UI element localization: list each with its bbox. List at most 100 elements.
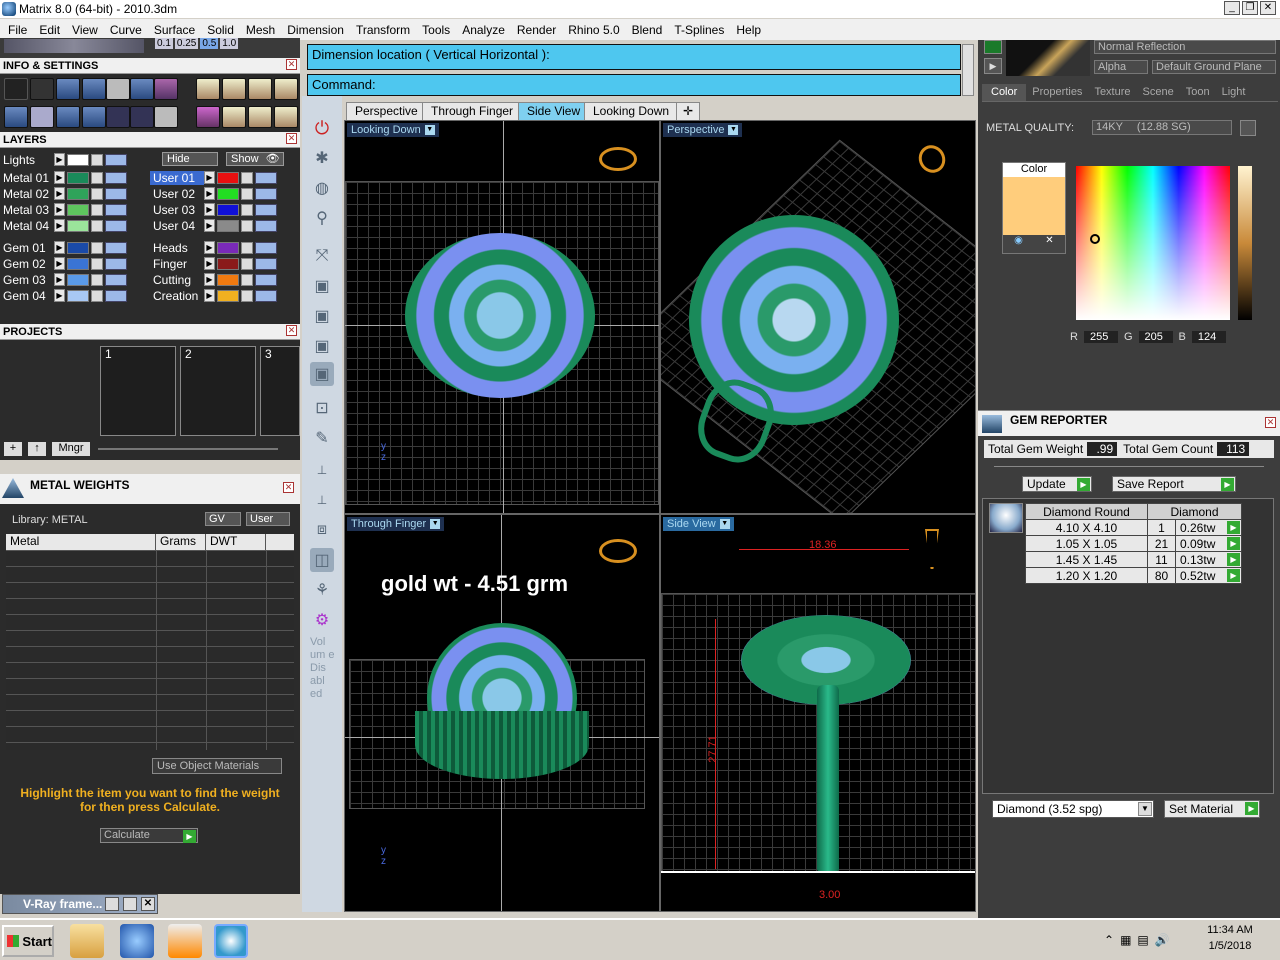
- visibility-icon[interactable]: [105, 257, 127, 270]
- projects-close-icon[interactable]: ✕: [286, 325, 297, 336]
- go-arrow-icon[interactable]: ▶: [1227, 569, 1240, 582]
- gem-header-type[interactable]: Diamond: [1147, 503, 1242, 520]
- layer-row[interactable]: User 03 ▶: [150, 202, 279, 217]
- list-icon[interactable]: [154, 106, 178, 128]
- layer-row[interactable]: Creation ▶: [150, 288, 279, 303]
- visibility-icon[interactable]: [255, 219, 277, 232]
- gem-row[interactable]: 4.10 X 4.10 1 0.26tw ▶: [1025, 519, 1242, 536]
- viewport-label-side-view[interactable]: Side View ▼: [663, 517, 734, 531]
- cylinder-icon[interactable]: [82, 106, 106, 128]
- scale-icon[interactable]: [248, 106, 272, 128]
- viewport-through-finger[interactable]: Through Finger ▼ gold wt - 4.51 grm yz: [344, 514, 660, 912]
- r-toggle-icon[interactable]: ⊥: [310, 488, 334, 512]
- visibility-icon[interactable]: [255, 171, 277, 184]
- menu-file[interactable]: File: [2, 23, 33, 37]
- expand-arrow-icon[interactable]: ▶: [54, 153, 65, 166]
- increment-0-1[interactable]: 0.1: [155, 38, 173, 49]
- increment-1-0[interactable]: 1.0: [220, 38, 239, 49]
- expand-arrow-icon[interactable]: ▶: [204, 171, 215, 184]
- b-value[interactable]: 124: [1191, 331, 1226, 343]
- menu-edit[interactable]: Edit: [33, 23, 66, 37]
- tray-expand-icon[interactable]: ⌃: [1104, 933, 1114, 947]
- media-player-icon[interactable]: [168, 924, 202, 958]
- gem-row[interactable]: 1.05 X 1.05 21 0.09tw ▶: [1025, 535, 1242, 552]
- visibility-icon[interactable]: [105, 171, 127, 184]
- frame-tool-icon[interactable]: [222, 78, 246, 100]
- layer-row[interactable]: User 04 ▶: [150, 218, 279, 233]
- menu-view[interactable]: View: [66, 23, 104, 37]
- visibility-icon[interactable]: [105, 153, 127, 166]
- tab-properties[interactable]: Properties: [1026, 84, 1088, 101]
- material-select[interactable]: Diamond (3.52 spg) ▼: [992, 800, 1154, 818]
- layer-row[interactable]: Metal 01 ▶: [0, 170, 129, 185]
- layer-row[interactable]: Gem 04 ▶: [0, 288, 129, 303]
- visibility-icon[interactable]: [105, 219, 127, 232]
- tab-perspective[interactable]: Perspective: [346, 102, 427, 120]
- layer-color-swatch[interactable]: [67, 273, 89, 286]
- expand-arrow-icon[interactable]: ▶: [204, 187, 215, 200]
- g-value[interactable]: 205: [1138, 331, 1173, 343]
- scatter-icon[interactable]: [130, 106, 154, 128]
- visibility-icon[interactable]: [255, 289, 277, 302]
- menu-tools[interactable]: Tools: [416, 23, 456, 37]
- menu-analyze[interactable]: Analyze: [456, 23, 511, 37]
- lock-icon[interactable]: [241, 289, 253, 302]
- color-wheel-icon[interactable]: ◉: [1003, 235, 1034, 253]
- reflection-dropdown[interactable]: Normal Reflection: [1094, 40, 1276, 54]
- windows-icon[interactable]: [4, 106, 28, 128]
- volume-icon[interactable]: 🔊: [1155, 933, 1170, 947]
- menu-tsplines[interactable]: T-Splines: [668, 23, 730, 37]
- tab-looking-down[interactable]: Looking Down: [584, 102, 679, 120]
- layer-row[interactable]: Gem 02 ▶: [0, 256, 129, 271]
- menu-rhino[interactable]: Rhino 5.0: [562, 23, 625, 37]
- layer-color-swatch[interactable]: [217, 241, 239, 254]
- box-view-icon[interactable]: ▣: [310, 274, 334, 298]
- cube-measure-icon[interactable]: ⧈: [310, 518, 334, 542]
- stop-icon[interactable]: ⏻: [310, 116, 334, 140]
- lock-icon[interactable]: [241, 187, 253, 200]
- visibility-icon[interactable]: [105, 241, 127, 254]
- lock-icon[interactable]: [91, 203, 103, 216]
- metal-quality-dropdown[interactable]: 14KY (12.88 SG): [1092, 120, 1232, 135]
- edit-icon[interactable]: [130, 78, 154, 100]
- layer-color-swatch[interactable]: [217, 289, 239, 302]
- go-arrow-icon[interactable]: ▶: [1227, 537, 1240, 550]
- layer-row[interactable]: Metal 03 ▶: [0, 202, 129, 217]
- clock[interactable]: 11:34 AM 1/5/2018: [1200, 924, 1260, 952]
- lock-icon[interactable]: [241, 273, 253, 286]
- expand-arrow-icon[interactable]: ▶: [204, 273, 215, 286]
- monitor-icon[interactable]: [30, 106, 54, 128]
- layer-color-swatch[interactable]: [67, 289, 89, 302]
- alpha-toggle[interactable]: Alpha: [1094, 60, 1148, 74]
- expand-arrow-icon[interactable]: ▶: [204, 289, 215, 302]
- show-button[interactable]: Show 👁: [226, 152, 284, 166]
- tab-through-finger[interactable]: Through Finger: [422, 102, 523, 120]
- layer-row[interactable]: Gem 01 ▶: [0, 240, 129, 255]
- restore-button[interactable]: ❐: [1242, 1, 1258, 15]
- lock-icon[interactable]: [91, 289, 103, 302]
- upload-project-button[interactable]: ↑: [28, 442, 46, 456]
- restore-icon[interactable]: [105, 897, 119, 911]
- box-side-icon[interactable]: ▣: [310, 334, 334, 358]
- gear-icon[interactable]: ⚙: [310, 608, 334, 632]
- viewport-looking-down[interactable]: Looking Down ▼ yz: [344, 120, 660, 514]
- internet-explorer-icon[interactable]: [120, 924, 154, 958]
- zoom-icon[interactable]: [30, 78, 54, 100]
- expand-arrow-icon[interactable]: ▶: [54, 273, 65, 286]
- layer-row[interactable]: Finger ▶: [150, 256, 279, 271]
- chevron-down-icon[interactable]: ▼: [1138, 802, 1152, 816]
- layer-color-swatch[interactable]: [217, 171, 239, 184]
- lock-icon[interactable]: [241, 171, 253, 184]
- viewport-side-view[interactable]: Side View ▼ 18.36 27.71 3.00: [660, 514, 976, 912]
- menu-render[interactable]: Render: [511, 23, 562, 37]
- lock-icon[interactable]: [241, 241, 253, 254]
- add-tab-icon[interactable]: ✛: [676, 102, 701, 120]
- ring-tool-icon[interactable]: [196, 78, 220, 100]
- layer-row[interactable]: Cutting ▶: [150, 272, 279, 287]
- command-line[interactable]: Command:: [307, 74, 961, 96]
- expand-arrow-icon[interactable]: ▶: [54, 219, 65, 232]
- chart-tool-icon[interactable]: [274, 78, 298, 100]
- column-grams[interactable]: Grams: [156, 534, 206, 550]
- visibility-icon[interactable]: [105, 187, 127, 200]
- box-active-icon[interactable]: ▣: [310, 362, 334, 386]
